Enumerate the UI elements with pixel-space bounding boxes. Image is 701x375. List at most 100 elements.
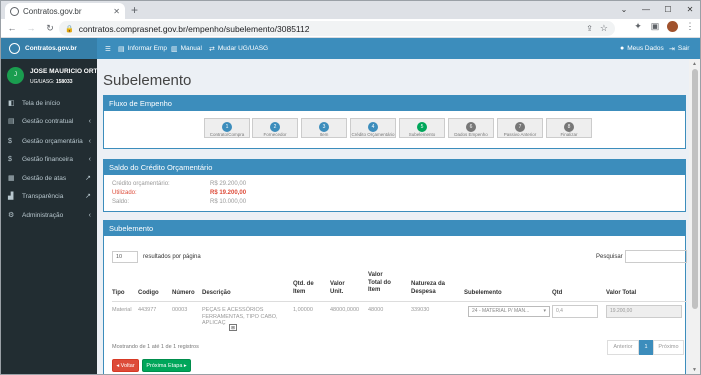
fluxo-empenho-box: Fluxo de Empenho 1 Contrato/Compra 2 For… — [103, 95, 686, 149]
bookmark-star-icon[interactable]: ☆ — [600, 23, 608, 34]
mudar-ug-link[interactable]: ⇄ Mudar UG/UASG — [209, 38, 268, 59]
step-subelemento[interactable]: 5 Subelemento — [399, 118, 445, 138]
mudar-ug-label: Mudar UG/UASG — [217, 45, 269, 52]
browser-toolbar-icons: ✦ ▣ ⋮ — [633, 21, 695, 32]
step-contrato-compra[interactable]: 1 Contrato/Compra — [204, 118, 250, 138]
proxima-etapa-label: Próxima Etapa — [146, 363, 183, 369]
expand-description-icon[interactable]: ⊞ — [229, 324, 237, 331]
step-number: 4 — [368, 122, 378, 132]
step-number: 5 — [417, 122, 427, 132]
avatar: J — [7, 67, 24, 84]
search-label: Pesquisar — [596, 254, 623, 260]
qtd-input[interactable]: 0,4 — [552, 305, 598, 318]
menu-dots-icon[interactable]: ⋮ — [685, 21, 695, 32]
informar-empenho-link[interactable]: ▤ Informar Emp — [118, 38, 167, 59]
sidebar: J JOSE MAURICIO ORTIZ... UG/UASG: 158033… — [1, 59, 109, 374]
sidebar-toggle-icon[interactable]: ☰ — [105, 38, 111, 59]
sair-link[interactable]: ⇥ Sair — [669, 38, 689, 59]
maximize-icon[interactable]: ☐ — [657, 1, 679, 19]
new-tab-icon[interactable]: + — [131, 3, 138, 17]
step-label: Crédito Orçamentário — [351, 132, 395, 137]
chevron-left-icon: ‹ — [88, 117, 91, 125]
page-scrollbar[interactable]: ▲ ▼ — [689, 59, 700, 374]
extensions-icon[interactable]: ✦ — [633, 21, 643, 32]
scroll-down-icon[interactable]: ▼ — [692, 367, 697, 373]
app-logo[interactable]: Contratos.gov.br — [1, 38, 97, 59]
sidebar-item-label: Tela de início — [22, 99, 60, 107]
sidebar-item-gestao-orcamentaria[interactable]: $ Gestão orçamentária ‹ — [1, 132, 97, 150]
step-fornecedor[interactable]: 2 Fornecedor — [252, 118, 298, 138]
step-credito-orcamentario[interactable]: 4 Crédito Orçamentário — [350, 118, 396, 138]
th-numero[interactable]: Número — [172, 290, 195, 298]
cell-descricao: PEÇAS E ACESSÓRIOS FERRAMENTAS, TIPO CAB… — [202, 307, 278, 326]
th-natureza[interactable]: Natureza da Despesa — [411, 281, 445, 296]
manual-label: Manual — [180, 45, 202, 52]
th-valor-unit[interactable]: Valor Unit. — [330, 281, 354, 296]
address-bar: ← → ↻ 🔒 contratos.comprasnet.gov.br/empe… — [1, 19, 700, 38]
user-panel: J JOSE MAURICIO ORTIZ... UG/UASG: 158033 — [1, 59, 109, 93]
cogs-icon: ⚙ — [8, 212, 15, 219]
browser-window: Contratos.gov.br ✕ + ⌄ — ☐ ✕ ← → ↻ 🔒 con… — [0, 0, 701, 375]
pagination-page-1[interactable]: 1 — [639, 340, 653, 355]
voltar-button[interactable]: ◂ Voltar — [112, 359, 139, 372]
meus-dados-link[interactable]: ● Meus Dados — [620, 38, 664, 59]
close-window-icon[interactable]: ✕ — [679, 1, 700, 19]
forward-icon[interactable]: → — [23, 23, 39, 33]
saldo-label: Saldo: — [112, 199, 130, 205]
entries-select[interactable]: 10 — [112, 251, 138, 263]
sidebar-item-transparencia[interactable]: ▟ Transparência ↗ — [1, 187, 97, 205]
step-label: Dados Empenho — [454, 132, 488, 137]
step-number: 7 — [515, 122, 525, 132]
subelemento-select[interactable]: 24 - MATERIAL P/ MAN... ▾ — [468, 306, 550, 317]
pagination-next[interactable]: Próximo — [653, 340, 684, 355]
sidebar-item-administracao[interactable]: ⚙ Administração ‹ — [1, 206, 97, 224]
th-codigo[interactable]: Codigo — [138, 290, 159, 298]
proxima-etapa-button[interactable]: Próxima Etapa ▸ — [142, 359, 191, 372]
close-tab-icon[interactable]: ✕ — [113, 7, 120, 16]
reload-icon[interactable]: ↻ — [42, 23, 58, 34]
sidebar-item-tela-inicio[interactable]: ◧ Tela de início — [1, 94, 97, 112]
external-link-icon: ↗ — [85, 193, 91, 200]
pagination-previous[interactable]: Anterior — [607, 340, 639, 355]
th-subelemento[interactable]: Subelemento — [464, 290, 502, 298]
scrollbar-thumb[interactable] — [692, 69, 698, 309]
sidebar-item-gestao-atas[interactable]: ▦ Gestão de atas ↗ — [1, 169, 97, 187]
lock-icon[interactable]: 🔒 — [65, 25, 74, 33]
dashboard-icon: ◧ — [8, 100, 15, 107]
th-valor-total-item[interactable]: Valor Total do Item — [368, 272, 392, 295]
minimize-icon[interactable]: — — [635, 1, 657, 19]
ug-prefix: UG/UASG: — [30, 79, 56, 85]
th-descricao[interactable]: Descrição — [202, 290, 231, 298]
chevron-left-icon: ‹ — [88, 137, 91, 145]
step-number: 6 — [466, 122, 476, 132]
step-passivo-anterior: 7 Passivo Anterior — [497, 118, 543, 138]
th-tipo[interactable]: Tipo — [112, 290, 125, 298]
step-item[interactable]: 3 Item — [301, 118, 347, 138]
subelemento-box: Subelemento 10 resultados por página Pes… — [103, 220, 687, 374]
sidepanel-icon[interactable]: ▣ — [650, 21, 660, 32]
caret-down-icon: ▾ — [543, 308, 546, 314]
chevron-down-icon[interactable]: ⌄ — [613, 1, 635, 19]
share-icon[interactable]: ⇪ — [586, 24, 593, 33]
exchange-icon: ⇄ — [209, 45, 215, 53]
url-field[interactable]: 🔒 contratos.comprasnet.gov.br/empenho/su… — [59, 21, 615, 36]
sidebar-item-label: Administração — [22, 211, 64, 219]
sidebar-item-label: Gestão financeira — [22, 155, 73, 163]
th-qtd-item[interactable]: Qtd. de Item — [293, 281, 319, 296]
favicon-icon — [10, 6, 19, 16]
scroll-up-icon[interactable]: ▲ — [692, 61, 697, 67]
search-input[interactable] — [625, 250, 687, 263]
meus-dados-label: Meus Dados — [627, 45, 664, 52]
step-finalizar: 8 Finalizar — [546, 118, 592, 138]
manual-link[interactable]: ▥ Manual — [171, 38, 202, 59]
window-controls: ⌄ — ☐ ✕ — [613, 1, 700, 19]
sidebar-item-gestao-financeira[interactable]: $ Gestão financeira ‹ — [1, 150, 97, 168]
fluxo-empenho-title: Fluxo de Empenho — [104, 96, 685, 111]
step-number: 2 — [270, 122, 280, 132]
th-qtd[interactable]: Qtd — [552, 290, 562, 298]
profile-avatar[interactable] — [667, 21, 678, 32]
sidebar-item-gestao-contratual[interactable]: ▤ Gestão contratual ‹ — [1, 112, 97, 130]
back-icon[interactable]: ← — [4, 23, 20, 33]
th-valor-total[interactable]: Valor Total — [606, 290, 636, 298]
browser-tab[interactable]: Contratos.gov.br ✕ — [5, 3, 125, 19]
